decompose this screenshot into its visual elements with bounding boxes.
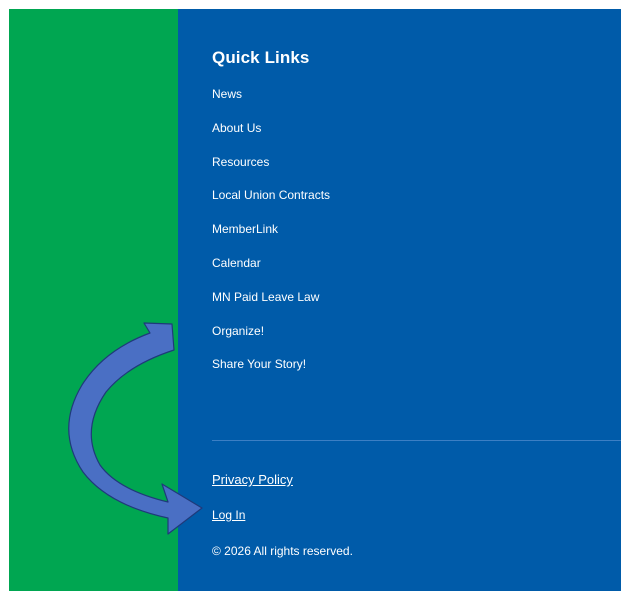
quick-link-mn-paid-leave-law[interactable]: MN Paid Leave Law <box>212 290 319 304</box>
list-item: Local Union Contracts <box>212 185 330 219</box>
quick-links-heading: Quick Links <box>212 48 310 67</box>
privacy-policy-link[interactable]: Privacy Policy <box>212 472 293 487</box>
list-item: Resources <box>212 152 330 186</box>
site-footer: Quick Links News About Us Resources Loca… <box>212 0 621 591</box>
list-item: Organize! <box>212 321 330 355</box>
quick-link-memberlink[interactable]: MemberLink <box>212 222 278 236</box>
quick-link-resources[interactable]: Resources <box>212 155 269 169</box>
quick-link-share-your-story[interactable]: Share Your Story! <box>212 357 306 371</box>
list-item: About Us <box>212 118 330 152</box>
list-item: MemberLink <box>212 219 330 253</box>
list-item: News <box>212 84 330 118</box>
green-side-panel <box>9 9 178 591</box>
quick-link-organize[interactable]: Organize! <box>212 324 264 338</box>
quick-link-news[interactable]: News <box>212 87 242 101</box>
footer-divider <box>212 440 621 441</box>
list-item: MN Paid Leave Law <box>212 287 330 321</box>
copyright-text: © 2026 All rights reserved. <box>212 544 353 558</box>
login-link[interactable]: Log In <box>212 508 245 522</box>
quick-link-calendar[interactable]: Calendar <box>212 256 261 270</box>
list-item: Calendar <box>212 253 330 287</box>
list-item: Share Your Story! <box>212 354 330 388</box>
quick-link-local-union-contracts[interactable]: Local Union Contracts <box>212 188 330 202</box>
page: Quick Links News About Us Resources Loca… <box>0 0 621 591</box>
quick-link-about-us[interactable]: About Us <box>212 121 261 135</box>
quick-links-list: News About Us Resources Local Union Cont… <box>212 84 330 388</box>
